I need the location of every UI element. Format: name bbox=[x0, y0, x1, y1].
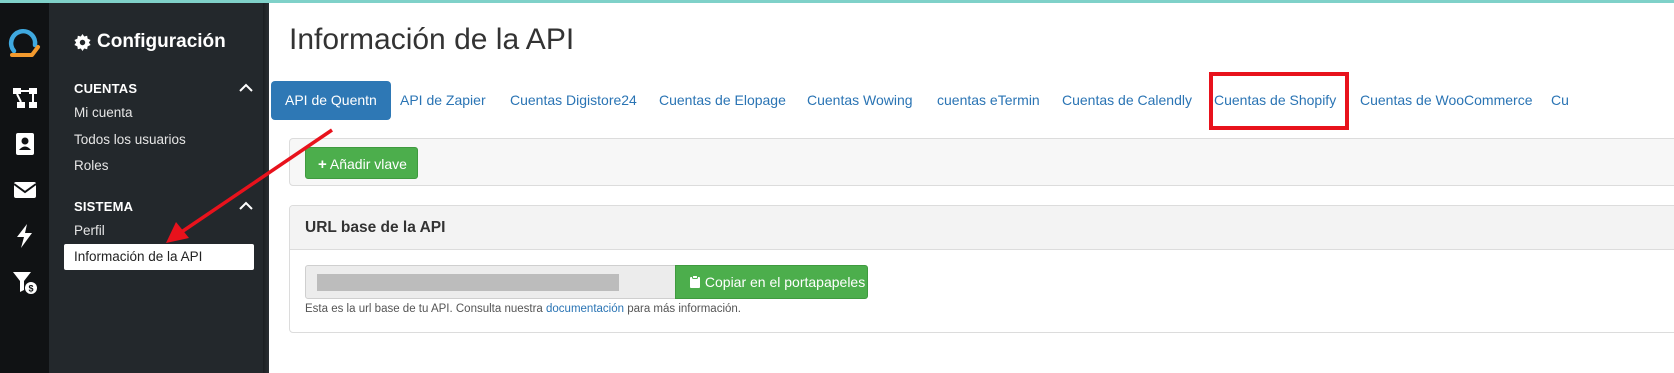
logo-icon[interactable] bbox=[8, 25, 42, 59]
tab-cuentas-etermin[interactable]: cuentas eTermin bbox=[937, 81, 1040, 120]
funnel-dollar-icon[interactable]: $ bbox=[12, 269, 38, 295]
sidebar-item-todos-los-usuarios[interactable]: Todos los usuarios bbox=[74, 132, 186, 147]
chevron-up-icon[interactable] bbox=[239, 201, 253, 211]
tab-cuentas-de-elopage[interactable]: Cuentas de Elopage bbox=[659, 81, 786, 120]
sidebar-title-label: Configuración bbox=[97, 31, 226, 52]
settings-sidebar: Configuración CUENTAS Mi cuenta Todos lo… bbox=[49, 3, 269, 373]
tab-api-de-zapier[interactable]: API de Zapier bbox=[400, 81, 486, 120]
hierarchy-icon[interactable] bbox=[12, 85, 38, 111]
tab-cuentas-wowing[interactable]: Cuentas Wowing bbox=[807, 81, 913, 120]
sidebar-title: Configuración bbox=[74, 31, 226, 53]
add-key-label: Añadir vlave bbox=[329, 156, 407, 172]
clipboard-icon bbox=[690, 275, 700, 288]
add-key-button[interactable]: + Añadir vlave bbox=[305, 147, 418, 179]
base-url-panel-header: URL base de la API bbox=[290, 206, 1674, 250]
contacts-icon[interactable] bbox=[12, 131, 38, 157]
main-content: Información de la API API de Quentn API … bbox=[269, 3, 1674, 373]
help-suffix: para más información. bbox=[624, 303, 741, 315]
tab-cuentas-digistore24[interactable]: Cuentas Digistore24 bbox=[510, 81, 637, 120]
base-url-panel: URL base de la API Copiar en el portapap… bbox=[289, 205, 1674, 333]
section-cuentas: CUENTAS bbox=[74, 81, 138, 96]
copy-label: Copiar en el portapapeles bbox=[704, 274, 866, 290]
sidebar-item-informacion-api[interactable]: Información de la API bbox=[64, 244, 254, 270]
base-url-help-text: Esta es la url base de tu API. Consulta … bbox=[305, 303, 741, 315]
mail-icon[interactable] bbox=[12, 177, 38, 203]
tab-api-de-quentn[interactable]: API de Quentn bbox=[271, 81, 391, 120]
base-url-field[interactable] bbox=[305, 265, 677, 299]
page-title: Información de la API bbox=[289, 23, 575, 56]
tab-cuentas-truncated[interactable]: Cu bbox=[1551, 81, 1569, 120]
copy-to-clipboard-button[interactable]: Copiar en el portapapeles bbox=[675, 265, 868, 299]
keys-toolbar-panel: + Añadir vlave bbox=[289, 138, 1674, 186]
sidebar-item-perfil[interactable]: Perfil bbox=[74, 223, 105, 238]
plus-icon: + bbox=[318, 156, 327, 173]
svg-text:$: $ bbox=[29, 284, 34, 294]
sidebar-item-roles[interactable]: Roles bbox=[74, 158, 109, 173]
bolt-icon[interactable] bbox=[12, 223, 38, 249]
icon-rail: $ bbox=[0, 3, 49, 373]
section-sistema: SISTEMA bbox=[74, 199, 134, 214]
documentation-link[interactable]: documentación bbox=[546, 303, 624, 315]
shopify-tab-highlight bbox=[1209, 72, 1349, 130]
help-prefix: Esta es la url base de tu API. Consulta … bbox=[305, 303, 547, 315]
tab-cuentas-de-calendly[interactable]: Cuentas de Calendly bbox=[1062, 81, 1192, 120]
base-url-heading: URL base de la API bbox=[305, 219, 446, 236]
gear-icon bbox=[74, 33, 91, 51]
tab-cuentas-de-woocommerce[interactable]: Cuentas de WooCommerce bbox=[1360, 81, 1532, 120]
chevron-up-icon[interactable] bbox=[239, 83, 253, 93]
redacted-url bbox=[317, 274, 619, 291]
sidebar-item-mi-cuenta[interactable]: Mi cuenta bbox=[74, 105, 133, 120]
